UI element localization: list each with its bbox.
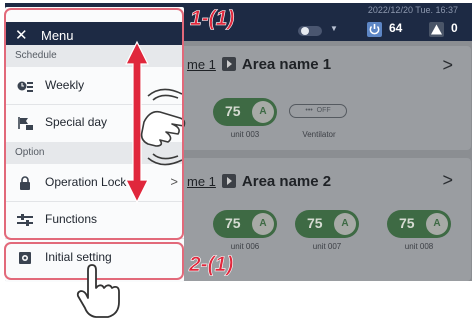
alert-count: 0: [451, 21, 458, 35]
step-label-1: 1-(1): [190, 7, 235, 31]
area-card-1[interactable]: me 1 Area name 1 > 75 A unit 003 ••• OFF …: [177, 46, 471, 150]
play-icon: [221, 57, 236, 71]
step-label-2: 2-(1): [189, 253, 234, 277]
power-icon: [367, 22, 382, 37]
unit-label: unit 003: [230, 130, 260, 139]
unit-pill[interactable]: 75 A: [213, 98, 277, 126]
auto-mode-icon: A: [252, 101, 274, 123]
unit-label: unit 008: [404, 242, 434, 251]
auto-mode-icon: A: [252, 213, 274, 235]
tap-hand-icon: [76, 264, 120, 318]
area-name: Area name 2: [241, 173, 332, 190]
unit-label: unit 007: [312, 242, 342, 251]
auto-mode-icon: A: [426, 213, 448, 235]
auto-mode-icon: A: [334, 213, 356, 235]
unit-label: unit 006: [230, 242, 260, 251]
unit-pill[interactable]: 75 A: [295, 210, 359, 238]
unit-pill[interactable]: 75 A: [213, 210, 277, 238]
datetime-text: 2022/12/20 Tue. 16:37: [367, 5, 458, 15]
ventilator-label: Ventilator: [302, 130, 336, 139]
unit-temp: 75: [225, 215, 241, 231]
unit-temp: 75: [225, 103, 241, 119]
alert-icon: [429, 22, 444, 37]
chevron-right-icon[interactable]: >: [442, 55, 453, 76]
play-icon: [221, 174, 236, 188]
highlight-frame-menu: [4, 8, 184, 240]
display-toggle-caret-icon[interactable]: ▼: [330, 24, 338, 33]
chevron-right-icon[interactable]: >: [442, 170, 453, 191]
page-background: [0, 282, 472, 322]
unit-pill[interactable]: 75 A: [387, 210, 451, 238]
ventilator-state: OFF: [316, 107, 331, 114]
ventilator-switch[interactable]: ••• OFF: [289, 104, 347, 118]
display-toggle-icon[interactable]: [297, 25, 323, 37]
area-name: Area name 1: [241, 56, 332, 73]
unit-temp: 75: [399, 215, 415, 231]
unit-temp: 75: [307, 215, 323, 231]
power-count: 64: [389, 21, 403, 35]
